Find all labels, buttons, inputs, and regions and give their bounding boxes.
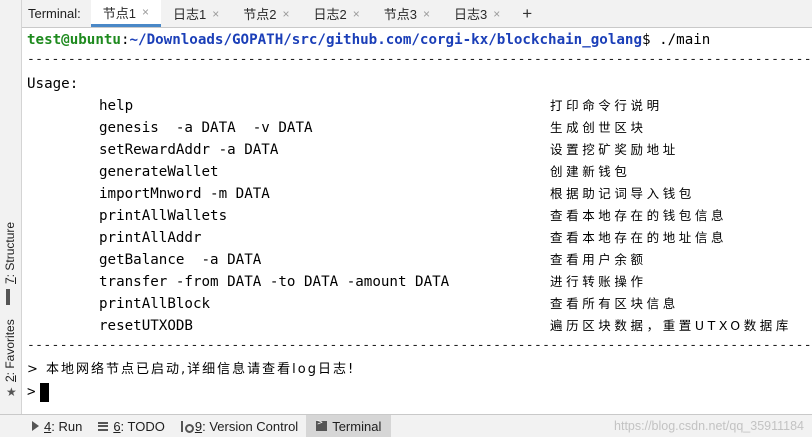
- command-transfer: transfer -from DATA -to DATA -amount DAT…: [99, 274, 450, 290]
- todo-shortcut: 6: [113, 418, 121, 434]
- usage-label: Usage:: [27, 76, 79, 92]
- command-importmnword: importMnword -m DATA: [99, 186, 270, 202]
- prompt-command: $ ./main: [642, 32, 711, 48]
- prompt-user: test@ubuntu: [27, 32, 121, 48]
- version-control-tool-button[interactable]: 9: Version Control: [173, 415, 306, 437]
- left-tool-strip: 7: Structure ★ 2: Favorites: [0, 0, 22, 414]
- command-generatewallet: generateWallet: [99, 164, 219, 180]
- input-prompt: >: [27, 384, 36, 400]
- version-control-icon: [180, 420, 194, 433]
- command-description: 进行转账操作: [550, 274, 647, 289]
- separator-line: ----------------------------------------…: [27, 338, 812, 353]
- command-printallwallets: printAllWallets: [99, 208, 228, 224]
- close-icon[interactable]: ×: [282, 7, 289, 21]
- terminal-title: Terminal:: [28, 6, 81, 21]
- star-icon: ★: [5, 385, 17, 399]
- prompt-colon: :: [120, 32, 130, 48]
- terminal-icon: [316, 418, 328, 431]
- tab-label: 节点3: [383, 7, 417, 22]
- command-description: 根据助记词导入钱包: [550, 186, 695, 201]
- close-icon[interactable]: ×: [212, 7, 219, 21]
- command-getbalance: getBalance -a DATA: [99, 252, 262, 268]
- terminal-tab-bar: Terminal: 节点1 × 日志1 × 节点2 × 日志2 × 节点3 × …: [22, 0, 812, 28]
- play-icon: [32, 421, 39, 431]
- structure-shortcut: 7: [3, 277, 17, 284]
- terminal-label: Terminal: [332, 418, 382, 434]
- run-label: : Run: [51, 418, 83, 434]
- tab-label: 节点1: [102, 5, 136, 21]
- todo-label: : TODO: [120, 418, 165, 434]
- text-cursor: [39, 382, 49, 402]
- separator-line: ----------------------------------------…: [27, 52, 812, 67]
- version-control-shortcut: 9: [194, 418, 203, 434]
- tab-log3[interactable]: 日志3 ×: [442, 0, 512, 27]
- command-printalladdr: printAllAddr: [99, 230, 202, 246]
- tab-label: 日志3: [454, 7, 488, 22]
- command-genesis: genesis -a DATA -v DATA: [99, 120, 313, 136]
- todo-tool-button[interactable]: 6: TODO: [90, 415, 173, 437]
- bottom-tool-bar: 4: Run 6: TODO 9: Version Control Termin…: [0, 414, 812, 437]
- command-resetutxodb: resetUTXODB: [99, 318, 193, 334]
- status-line: > 本地网络节点已启动,详细信息请查看log日志!: [27, 362, 356, 377]
- close-icon[interactable]: ×: [142, 5, 149, 19]
- terminal-output[interactable]: test@ubuntu:~/Downloads/GOPATH/src/githu…: [27, 28, 812, 414]
- command-setrewardaddr: setRewardAddr -a DATA: [99, 142, 279, 158]
- input-line[interactable]: >: [27, 381, 49, 403]
- structure-icon: [5, 289, 15, 305]
- tab-log2[interactable]: 日志2 ×: [302, 0, 372, 27]
- command-description: 查看本地存在的地址信息: [550, 230, 728, 245]
- favorites-label: : Favorites: [3, 319, 17, 376]
- command-printallblock: printAllBlock: [99, 296, 211, 312]
- tab-node3[interactable]: 节点3 ×: [372, 0, 442, 27]
- add-tab-button[interactable]: +: [512, 0, 542, 27]
- close-icon[interactable]: ×: [423, 7, 430, 21]
- tab-node2[interactable]: 节点2 ×: [231, 0, 301, 27]
- watermark: https://blog.csdn.net/qq_35911184: [614, 419, 804, 433]
- command-description: 创建新钱包: [550, 164, 631, 179]
- command-description: 查看本地存在的钱包信息: [550, 208, 728, 223]
- command-description: 生成创世区块: [550, 120, 647, 135]
- tab-label: 日志2: [313, 7, 347, 22]
- terminal-tool-button[interactable]: Terminal: [306, 415, 392, 437]
- command-description: 查看用户余额: [550, 252, 647, 267]
- command-help: help: [99, 98, 134, 114]
- tab-log1[interactable]: 日志1 ×: [161, 0, 231, 27]
- favorites-tool-button[interactable]: ★ 2: Favorites: [3, 319, 17, 399]
- structure-label: : Structure: [3, 221, 17, 278]
- run-tool-button[interactable]: 4: Run: [0, 415, 90, 437]
- version-control-label: : Version Control: [202, 418, 299, 434]
- command-description: 打印命令行说明: [550, 98, 663, 113]
- prompt-path: ~/Downloads/GOPATH/src/github.com/corgi-…: [129, 32, 643, 48]
- structure-tool-button[interactable]: 7: Structure: [3, 221, 17, 305]
- list-icon: [98, 421, 109, 431]
- tab-label: 日志1: [173, 7, 207, 22]
- close-icon[interactable]: ×: [493, 7, 500, 21]
- command-description: 设置挖矿奖励地址: [550, 142, 679, 157]
- command-description: 查看所有区块信息: [550, 296, 679, 311]
- close-icon[interactable]: ×: [353, 7, 360, 21]
- prompt-line: test@ubuntu:~/Downloads/GOPATH/src/githu…: [27, 29, 710, 51]
- tab-label: 节点2: [243, 7, 277, 22]
- favorites-shortcut: 2: [3, 375, 17, 382]
- tab-node1[interactable]: 节点1 ×: [90, 0, 161, 27]
- command-description: 遍历区块数据，重置UTXO数据库: [550, 318, 792, 333]
